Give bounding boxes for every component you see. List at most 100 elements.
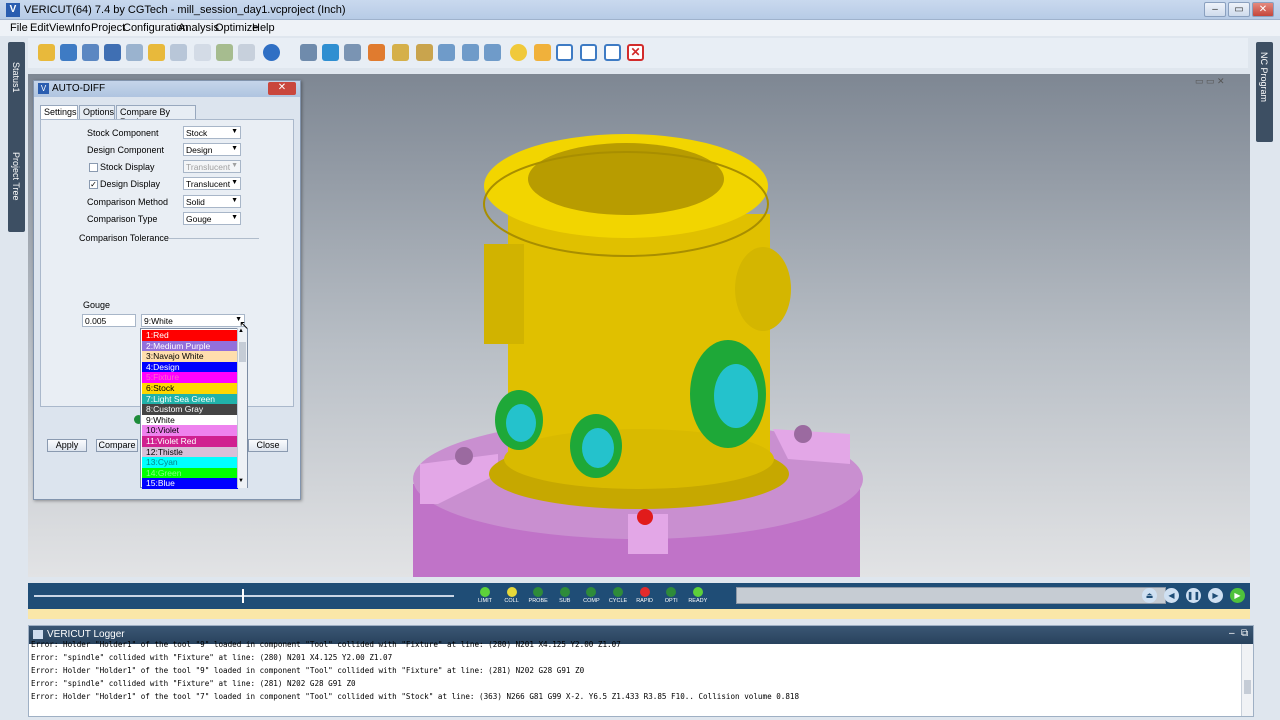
left-side-panel[interactable]: Status1 Project Tree xyxy=(8,42,25,232)
project-icon[interactable] xyxy=(60,44,77,61)
comparison-method-select[interactable]: Solid ▼ xyxy=(183,195,241,208)
viewport-window-controls[interactable]: ▭ ▭ ✕ xyxy=(1195,76,1225,87)
apply-button[interactable]: Apply xyxy=(47,439,87,452)
tab-settings[interactable]: Settings xyxy=(40,105,78,120)
machine-icon[interactable] xyxy=(300,44,317,61)
split-horizontal-icon[interactable] xyxy=(604,44,621,61)
log-line: Error: "spindle" collided with "Fixture"… xyxy=(31,653,393,662)
dropdown-scrollbar[interactable]: ▲ ▼ xyxy=(237,328,247,488)
zoom-out-icon[interactable] xyxy=(462,44,479,61)
design-display-checkbox[interactable]: ✓ xyxy=(89,180,98,189)
info-icon[interactable] xyxy=(263,44,280,61)
stock-display-select[interactable]: Translucent ▼ xyxy=(183,160,241,173)
color-option[interactable]: 14:Green xyxy=(142,467,238,479)
color-option[interactable]: 13:Cyan xyxy=(142,457,238,468)
close-button[interactable]: Close xyxy=(248,439,288,452)
rotate-icon[interactable] xyxy=(534,44,551,61)
logger-restore-icon[interactable]: ⧉ xyxy=(1241,628,1248,639)
rewind-to-start-icon[interactable]: ⏏ xyxy=(1142,588,1157,603)
menu-help[interactable]: Help xyxy=(252,22,275,34)
menu-analysis[interactable]: Analysis xyxy=(178,22,219,34)
section-icon[interactable] xyxy=(416,44,433,61)
design-display-select[interactable]: Translucent ▼ xyxy=(183,177,241,190)
document-icon[interactable] xyxy=(194,44,211,61)
fit-icon[interactable] xyxy=(484,44,501,61)
simulation-slider[interactable] xyxy=(34,595,454,597)
color-option[interactable]: 15:Blue xyxy=(142,478,238,489)
pause-icon[interactable]: ❚❚ xyxy=(1186,588,1201,603)
status-led-sub[interactable] xyxy=(559,587,570,597)
color-option[interactable]: 9:White xyxy=(142,414,238,426)
status-led-rapid[interactable] xyxy=(639,587,650,597)
color-option[interactable]: 7:Light Sea Green xyxy=(142,393,238,405)
color-option[interactable]: 4:Design xyxy=(142,361,238,373)
stock-display-checkbox[interactable] xyxy=(89,163,98,172)
menu-file[interactable]: File xyxy=(10,22,28,34)
status-led-cycle[interactable] xyxy=(613,587,623,597)
status-led-comp[interactable] xyxy=(586,587,597,597)
measure-icon[interactable] xyxy=(392,44,409,61)
color-option[interactable]: 3:Navajo White xyxy=(142,351,238,362)
zoom-in-icon[interactable] xyxy=(438,44,455,61)
gouge-color-select[interactable]: 9:White ▼ xyxy=(141,314,245,327)
logger-scroll-thumb[interactable] xyxy=(1244,680,1251,694)
options-icon[interactable] xyxy=(170,44,187,61)
side-tab-status[interactable]: Status1 xyxy=(11,62,21,93)
maximize-button[interactable]: ▭ xyxy=(1228,2,1250,17)
color-option[interactable]: 1:Red xyxy=(142,330,238,341)
menu-edit[interactable]: Edit xyxy=(30,22,49,34)
side-tab-project-tree[interactable]: Project Tree xyxy=(11,152,21,201)
model-icon[interactable] xyxy=(322,44,339,61)
menu-view[interactable]: View xyxy=(49,22,73,34)
dialog-close-icon[interactable]: ✕ xyxy=(268,82,296,95)
light-icon[interactable] xyxy=(510,44,527,61)
split-vertical-icon[interactable] xyxy=(580,44,597,61)
open-folder-icon[interactable] xyxy=(38,44,55,61)
step-back-icon[interactable]: ◀ xyxy=(1164,588,1179,603)
menu-project[interactable]: Project xyxy=(91,22,125,34)
tab-compare-by-region[interactable]: Compare By Region xyxy=(116,105,196,127)
color-option[interactable]: 6:Stock xyxy=(142,383,238,394)
scroll-down-icon[interactable]: ▼ xyxy=(238,478,244,484)
analysis-icon[interactable] xyxy=(368,44,385,61)
design-component-select[interactable]: Design ▼ xyxy=(183,143,241,156)
compare-button[interactable]: Compare xyxy=(96,439,138,452)
status-led-coll[interactable] xyxy=(506,587,517,597)
open-icon[interactable] xyxy=(148,44,165,61)
edit-icon[interactable] xyxy=(238,44,255,61)
color-option[interactable]: 2:Medium Purple xyxy=(142,340,238,352)
tab-options[interactable]: Options xyxy=(79,105,115,120)
close-view-icon[interactable]: ✕ xyxy=(627,44,644,61)
color-option[interactable]: 8:Custom Gray xyxy=(142,404,238,415)
color-option[interactable]: 5:Fixture xyxy=(142,372,238,383)
save-as-icon[interactable] xyxy=(126,44,143,61)
new-file-icon[interactable] xyxy=(82,44,99,61)
report-icon[interactable] xyxy=(216,44,233,61)
logger-minimize-icon[interactable]: – xyxy=(1229,628,1235,639)
app-logo-icon: V xyxy=(6,3,20,17)
menu-info[interactable]: Info xyxy=(72,22,90,34)
color-dropdown-list[interactable]: 1:Red 2:Medium Purple 3:Navajo White 4:Desi… xyxy=(140,328,248,489)
gouge-value-input[interactable]: 0.005 xyxy=(82,314,136,327)
status-led-opti[interactable] xyxy=(666,587,677,597)
status-led-limit[interactable] xyxy=(480,587,490,597)
color-option[interactable]: 11:Violet Red xyxy=(142,436,238,447)
comparison-type-select[interactable]: Gouge ▼ xyxy=(183,212,241,225)
step-forward-icon[interactable]: ▶ xyxy=(1208,588,1223,603)
status-led-probe[interactable] xyxy=(533,587,544,597)
scroll-thumb[interactable] xyxy=(239,342,246,362)
stock-component-select[interactable]: Stock ▼ xyxy=(183,126,241,139)
logger-scrollbar[interactable] xyxy=(1241,644,1253,716)
minimize-button[interactable]: – xyxy=(1204,2,1226,17)
side-tab-nc-program[interactable]: NC Program xyxy=(1259,52,1269,102)
tool-icon[interactable] xyxy=(344,44,361,61)
save-icon[interactable] xyxy=(104,44,121,61)
color-option[interactable]: 12:Thistle xyxy=(142,446,238,458)
play-icon[interactable]: ▶ xyxy=(1230,588,1245,603)
right-side-panel[interactable]: NC Program xyxy=(1256,42,1273,142)
close-window-button[interactable]: ✕ xyxy=(1252,2,1274,17)
slider-thumb[interactable] xyxy=(242,589,244,603)
single-view-icon[interactable] xyxy=(556,44,573,61)
status-led-ready[interactable] xyxy=(692,587,703,597)
color-option[interactable]: 10:Violet xyxy=(142,425,238,436)
